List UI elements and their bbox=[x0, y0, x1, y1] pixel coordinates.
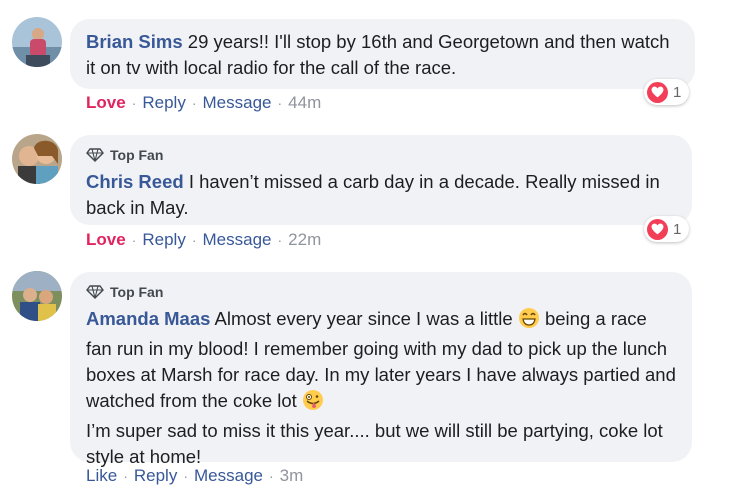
love-reaction-icon bbox=[647, 218, 668, 240]
top-fan-badge[interactable]: Top Fan bbox=[86, 145, 676, 165]
comment-author[interactable]: Brian Sims bbox=[86, 31, 183, 52]
diamond-icon bbox=[86, 148, 104, 162]
avatar[interactable] bbox=[12, 271, 62, 321]
comment-author[interactable]: Chris Reed bbox=[86, 171, 184, 192]
avatar[interactable] bbox=[12, 134, 62, 184]
comment-actions: Love · Reply · Message · 44m bbox=[86, 93, 321, 113]
reply-button[interactable]: Reply bbox=[134, 466, 177, 486]
zany-face-emoji bbox=[302, 389, 324, 418]
reaction-count-number: 1 bbox=[673, 83, 682, 101]
comment-bubble: Top Fan Amanda Maas Almost every year si… bbox=[70, 272, 692, 467]
top-fan-label: Top Fan bbox=[110, 284, 164, 300]
comment-text-part-1: Almost every year since I was a little bbox=[214, 308, 513, 329]
separator: · bbox=[131, 232, 137, 248]
love-button[interactable]: Love bbox=[86, 230, 126, 250]
top-fan-badge[interactable]: Top Fan bbox=[86, 282, 676, 302]
diamond-icon bbox=[86, 285, 104, 299]
separator: · bbox=[277, 232, 283, 248]
grinning-face-emoji bbox=[518, 307, 540, 336]
love-reaction-icon bbox=[647, 81, 668, 103]
comment-author[interactable]: Amanda Maas bbox=[86, 308, 210, 329]
reaction-count-number: 1 bbox=[673, 220, 682, 238]
message-button[interactable]: Message bbox=[194, 466, 263, 486]
reply-button[interactable]: Reply bbox=[142, 230, 185, 250]
like-button[interactable]: Like bbox=[86, 466, 117, 486]
separator: · bbox=[268, 468, 274, 484]
timestamp[interactable]: 3m bbox=[280, 466, 304, 486]
message-button[interactable]: Message bbox=[203, 230, 272, 250]
separator: · bbox=[191, 232, 197, 248]
separator: · bbox=[123, 468, 128, 484]
separator: · bbox=[183, 468, 188, 484]
timestamp[interactable]: 44m bbox=[288, 93, 321, 113]
comment-actions: Like · Reply · Message · 3m bbox=[86, 466, 303, 486]
reaction-count[interactable]: 1 bbox=[644, 216, 690, 242]
reaction-count[interactable]: 1 bbox=[644, 79, 690, 105]
message-button[interactable]: Message bbox=[203, 93, 272, 113]
love-button[interactable]: Love bbox=[86, 93, 126, 113]
timestamp[interactable]: 22m bbox=[288, 230, 321, 250]
reply-button[interactable]: Reply bbox=[142, 93, 185, 113]
comment-bubble: Brian Sims 29 years!! I'll stop by 16th … bbox=[70, 19, 695, 89]
comment-bubble: Top Fan Chris Reed I haven’t missed a ca… bbox=[70, 135, 692, 225]
comment-text-part-3: I’m super sad to miss it this year.... b… bbox=[86, 420, 663, 467]
avatar[interactable] bbox=[12, 17, 62, 67]
top-fan-label: Top Fan bbox=[110, 147, 164, 163]
comment-actions: Love · Reply · Message · 22m bbox=[86, 230, 321, 250]
separator: · bbox=[277, 95, 283, 111]
separator: · bbox=[131, 95, 137, 111]
separator: · bbox=[191, 95, 197, 111]
